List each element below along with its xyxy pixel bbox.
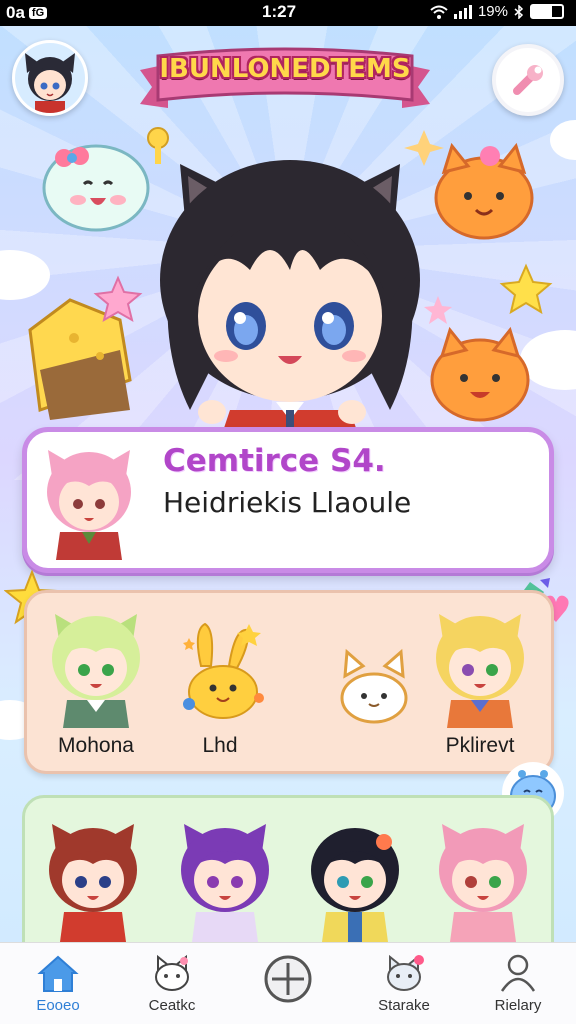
nav-create[interactable] (238, 953, 338, 1009)
key-sparkle (147, 127, 169, 164)
signal-icon (453, 4, 472, 19)
roster-character[interactable] (428, 812, 538, 942)
person-icon (500, 954, 536, 992)
battery-icon (530, 4, 564, 19)
character-slot[interactable]: Pklirevt (420, 600, 540, 770)
settings-button[interactable] (492, 44, 564, 116)
nav-profile[interactable]: Rielary (468, 953, 568, 1014)
home-icon (37, 955, 79, 992)
status-carrier: 0a (6, 3, 25, 22)
character-portrait (436, 614, 524, 728)
roster-character[interactable] (170, 812, 280, 942)
character-name: Mohona (58, 734, 134, 757)
cat-badge-icon (387, 954, 424, 991)
orange-cat-mascot (430, 326, 530, 422)
bunny-mascot-icon (183, 622, 264, 719)
star (499, 263, 553, 315)
nav-label: Ceatkc (148, 997, 196, 1014)
status-bar: 0a fG 1:27 19% (0, 0, 576, 26)
orange-cat-mascot (434, 142, 534, 240)
nav-label: Eooeo (36, 997, 80, 1014)
hero-scene (28, 127, 553, 440)
bottom-nav: Eooeo Ceatkc Starake Rielary (0, 942, 576, 1024)
character-slot[interactable]: Mohona (36, 600, 156, 770)
nav-home[interactable]: Eooeo (8, 953, 108, 1014)
battery-percent: 19% (477, 3, 508, 20)
sparkle (404, 130, 444, 166)
character-name: Lhd (202, 734, 238, 757)
status-icons: 19% (430, 3, 564, 20)
roster-character[interactable] (38, 812, 148, 942)
status-badge: fG (28, 7, 48, 19)
ghost-mascot (42, 144, 150, 232)
cheese-block (28, 298, 132, 420)
character-slot[interactable]: Lhd (160, 600, 280, 770)
plus-circle-icon (264, 955, 312, 1003)
wrench-icon (513, 65, 543, 95)
cat-icon (155, 954, 189, 991)
wifi-icon (430, 5, 448, 19)
character-name: Pklirevt (445, 734, 515, 757)
bluetooth-icon (514, 4, 524, 19)
featured-subtitle: Heidriekis Llaoule (163, 486, 412, 519)
featured-title: Cemtirce S4. (163, 443, 386, 479)
character-slot[interactable] (312, 600, 432, 770)
featured-character-portrait (47, 450, 131, 560)
nav-store[interactable]: Starake (354, 953, 454, 1014)
avatar-icon (15, 43, 85, 113)
player-avatar-button[interactable] (12, 40, 88, 116)
roster-character[interactable] (300, 812, 410, 942)
status-left: 0a fG (6, 3, 48, 23)
cat-mascot-icon (340, 648, 408, 724)
status-time: 1:27 (262, 2, 297, 21)
main-character (160, 160, 420, 440)
game-title: IBUNLONEDTEMS (159, 54, 411, 84)
nav-collection[interactable]: Ceatkc (122, 953, 222, 1014)
game-screen: 0a fG 1:27 19% IBUNLONEDTEMS Cemtirce S4… (0, 0, 576, 1024)
character-portrait (52, 614, 140, 728)
nav-label: Starake (378, 997, 430, 1014)
nav-label: Rielary (494, 997, 542, 1014)
star (424, 296, 452, 324)
